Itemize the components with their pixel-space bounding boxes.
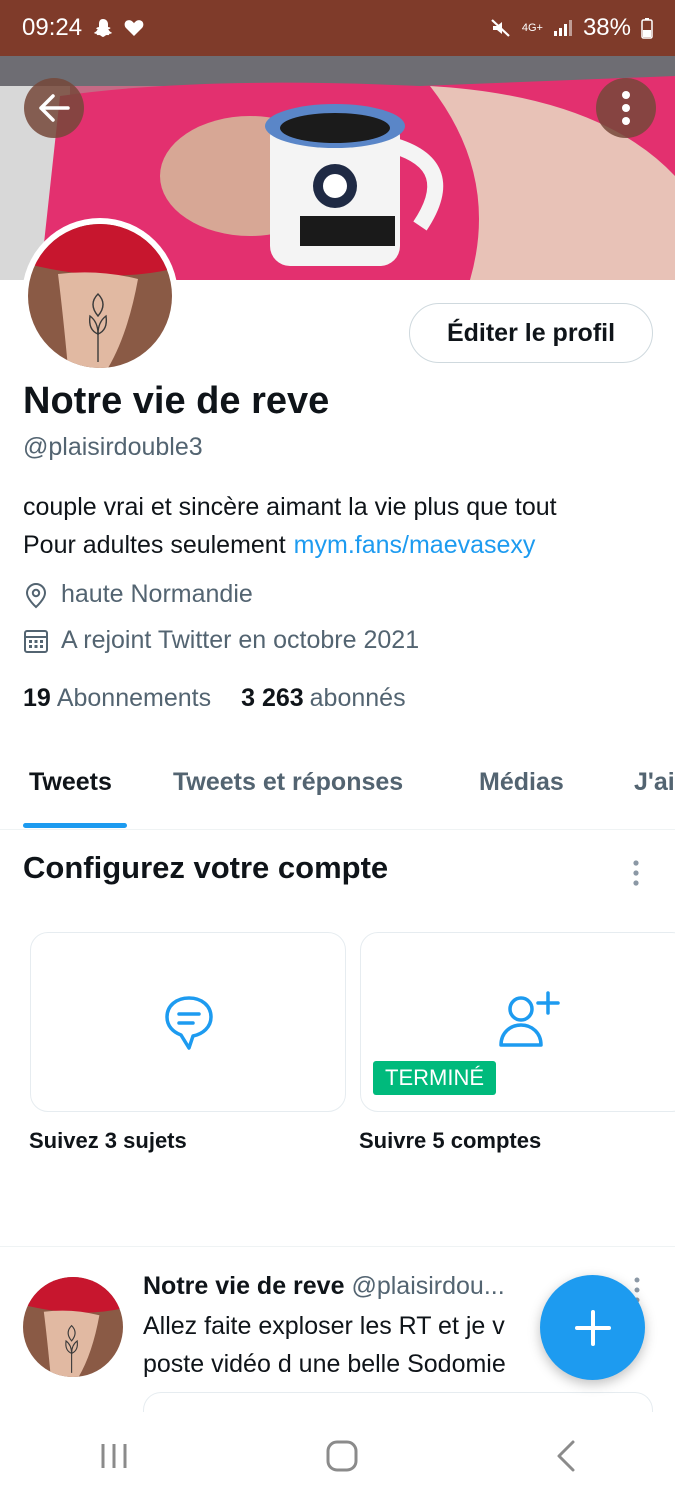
profile-avatar[interactable] (22, 218, 178, 374)
joined-text: A rejoint Twitter en octobre 2021 (61, 626, 420, 654)
arrow-left-icon (39, 94, 70, 122)
back-button[interactable] (24, 78, 84, 138)
battery-icon (641, 17, 653, 39)
network-type: 4G+ (521, 22, 543, 34)
status-time: 09:24 (22, 14, 83, 41)
setup-card-follow[interactable]: TERMINÉ (360, 932, 675, 1112)
profile-joined-date: A rejoint Twitter en octobre 2021 (23, 626, 419, 655)
followers-label: abonnés (309, 684, 406, 712)
status-bar: 09:24 4G+ 38% (0, 0, 675, 56)
bio-text: Pour adultes seulement (23, 531, 286, 559)
snapchat-icon (92, 17, 114, 39)
tweet-author-handle: @plaisirdou... (351, 1272, 505, 1300)
back-nav-icon[interactable] (554, 1439, 578, 1473)
home-icon[interactable] (325, 1439, 359, 1473)
profile-tabs: Tweets Tweets et réponses Médias J'ai (0, 744, 675, 830)
setup-card-follow-label: Suivre 5 comptes (359, 1128, 542, 1153)
tweet-author-name[interactable]: Notre vie de reve (143, 1272, 345, 1300)
location-pin-icon (25, 582, 47, 608)
following-link[interactable]: 19 Abonnements (23, 684, 211, 713)
following-label: Abonnements (56, 684, 212, 712)
tweet-header: Notre vie de reve @plaisirdou... (143, 1272, 563, 1301)
profile-location: haute Normandie (23, 580, 253, 609)
add-user-icon (499, 991, 560, 1047)
location-text: haute Normandie (61, 580, 253, 608)
tweet-author-avatar[interactable] (23, 1277, 123, 1377)
profile-handle: @plaisirdouble3 (23, 433, 203, 461)
setup-title: Configurez votre compte (23, 850, 389, 885)
setup-card-topics[interactable] (30, 932, 346, 1112)
active-tab-indicator (23, 823, 127, 828)
profile-bio: couple vrai et sincère aimant la vie plu… (23, 488, 663, 564)
heart-icon (124, 19, 144, 37)
tab-tweets[interactable]: Tweets (29, 768, 112, 797)
tab-media[interactable]: Médias (479, 768, 564, 797)
following-count: 19 (23, 684, 51, 712)
signal-icon (553, 19, 573, 37)
calendar-icon (24, 629, 48, 653)
follow-stats: 19 Abonnements 3 263 abonnés (23, 684, 406, 713)
section-divider (0, 1246, 675, 1247)
more-options-button[interactable] (596, 78, 656, 138)
plus-icon (574, 1309, 611, 1346)
bio-link[interactable]: mym.fans/maevasexy (294, 531, 536, 559)
bio-line-1: couple vrai et sincère aimant la vie plu… (23, 493, 557, 521)
battery-level: 38% (582, 14, 631, 41)
setup-more-icon[interactable] (626, 858, 646, 888)
followers-link[interactable]: 3 263 abonnés (241, 684, 406, 713)
tab-tweets-replies[interactable]: Tweets et réponses (173, 768, 403, 797)
compose-tweet-button[interactable] (540, 1275, 645, 1380)
mute-icon (490, 17, 512, 39)
followers-count: 3 263 (241, 684, 304, 712)
bio-line-2: Pour adultes seulement mym.fans/maevasexy (23, 526, 663, 564)
vertical-dots-icon (622, 91, 630, 125)
system-navigation-bar (0, 1412, 675, 1500)
setup-card-topics-label: Suivez 3 sujets (29, 1128, 187, 1153)
topic-bubble-icon (165, 996, 213, 1050)
done-badge: TERMINÉ (373, 1061, 496, 1095)
profile-name: Notre vie de reve (23, 380, 330, 422)
edit-profile-button[interactable]: Éditer le profil (409, 303, 653, 363)
recent-apps-icon[interactable] (98, 1441, 130, 1471)
tab-likes[interactable]: J'ai (634, 768, 675, 797)
